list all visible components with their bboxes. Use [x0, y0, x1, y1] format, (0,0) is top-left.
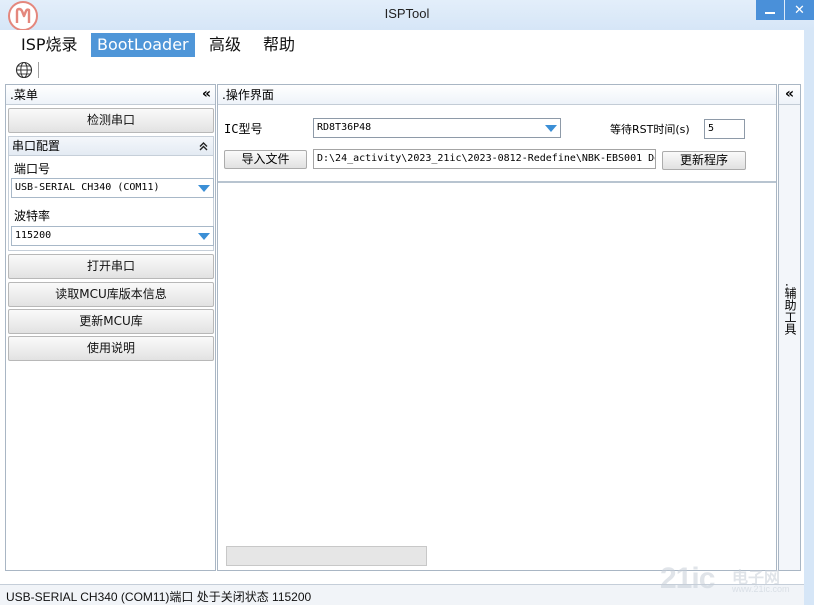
- sidebar-title: .菜单: [10, 88, 38, 102]
- window-title: ISPTool: [384, 6, 430, 21]
- port-select[interactable]: USB-SERIAL CH340 (COM11): [11, 178, 214, 198]
- serial-config-header[interactable]: 串口配置: [8, 136, 214, 156]
- sidebar-header: .菜单 «: [6, 85, 215, 105]
- chevron-down-icon[interactable]: [196, 228, 212, 244]
- serial-config-title: 串口配置: [12, 139, 61, 153]
- menu-bootloader[interactable]: BootLoader: [91, 33, 195, 57]
- minimize-icon[interactable]: [756, 0, 784, 20]
- ic-model-label: IC型号: [224, 122, 263, 136]
- baud-label: 波特率: [14, 209, 51, 223]
- read-mcu-lib-button[interactable]: 读取MCU库版本信息: [8, 282, 214, 307]
- site-watermark: 21ic 电子网 www.21ic.com: [660, 562, 805, 602]
- watermark-url: www.21ic.com: [732, 584, 790, 594]
- update-program-button[interactable]: 更新程序: [662, 151, 746, 170]
- port-label: 端口号: [14, 162, 51, 176]
- title-bar[interactable]: ISPTool ✕: [0, 0, 814, 31]
- menu-isp-burn[interactable]: ISP烧录: [15, 33, 84, 57]
- baud-select-value: 115200: [15, 230, 52, 241]
- serial-config-body: 端口号 USB-SERIAL CH340 (COM11) 波特率 115200: [8, 156, 214, 251]
- toolbar: [0, 58, 814, 82]
- sidebar-collapse-icon[interactable]: «: [202, 85, 211, 104]
- status-text: USB-SERIAL CH340 (COM11)端口 处于关闭状态 115200: [6, 590, 312, 604]
- detect-port-button[interactable]: 检测串口: [8, 108, 214, 133]
- ic-model-value: RD8T36P48: [317, 122, 372, 133]
- open-port-button[interactable]: 打开串口: [8, 254, 214, 279]
- chevron-up-icon[interactable]: [199, 137, 208, 157]
- watermark-brand: 21ic: [660, 562, 715, 595]
- instructions-button[interactable]: 使用说明: [8, 336, 214, 361]
- rst-wait-input[interactable]: 5: [704, 119, 745, 139]
- globe-icon[interactable]: [15, 61, 33, 82]
- rst-wait-label: 等待RST时间(s): [610, 123, 690, 136]
- operation-panel: .操作界面 IC型号 RD8T36P48 等待RST时间(s) 5 导入文件 D…: [217, 84, 777, 571]
- sidebar-menu-panel: .菜单 « 检测串口 串口配置 端口号 USB-SERIAL CH340 (CO…: [5, 84, 216, 571]
- horizontal-scrollbar[interactable]: [226, 546, 427, 566]
- chevron-down-icon[interactable]: [196, 180, 212, 196]
- aux-tools-tab[interactable]: .辅助工具: [783, 283, 797, 335]
- baud-select[interactable]: 115200: [11, 226, 214, 246]
- operation-header: .操作界面: [218, 85, 776, 105]
- app-window: ISPTool ✕ ISP烧录 BootLoader 高级 帮助 .菜单 « 检…: [0, 0, 814, 605]
- window-frame-right: [804, 30, 814, 605]
- log-output-area[interactable]: [218, 181, 776, 542]
- file-path-input[interactable]: D:\24_activity\2023_21ic\2023-0812-Redef…: [313, 149, 656, 169]
- menu-bar: ISP烧录 BootLoader 高级 帮助: [0, 30, 814, 58]
- dock-collapse-icon[interactable]: «: [779, 85, 800, 105]
- port-select-value: USB-SERIAL CH340 (COM11): [15, 182, 160, 193]
- import-file-button[interactable]: 导入文件: [224, 150, 307, 169]
- chevron-down-icon[interactable]: [543, 120, 559, 136]
- aux-tools-dock: « .辅助工具: [778, 84, 801, 571]
- menu-advanced[interactable]: 高级: [203, 33, 247, 57]
- ic-model-select[interactable]: RD8T36P48: [313, 118, 561, 138]
- update-mcu-lib-button[interactable]: 更新MCU库: [8, 309, 214, 334]
- menu-help[interactable]: 帮助: [257, 33, 301, 57]
- operation-form: IC型号 RD8T36P48 等待RST时间(s) 5 导入文件 D:\24_a…: [218, 105, 776, 181]
- toolbar-separator: [38, 62, 39, 78]
- close-icon[interactable]: ✕: [785, 0, 814, 20]
